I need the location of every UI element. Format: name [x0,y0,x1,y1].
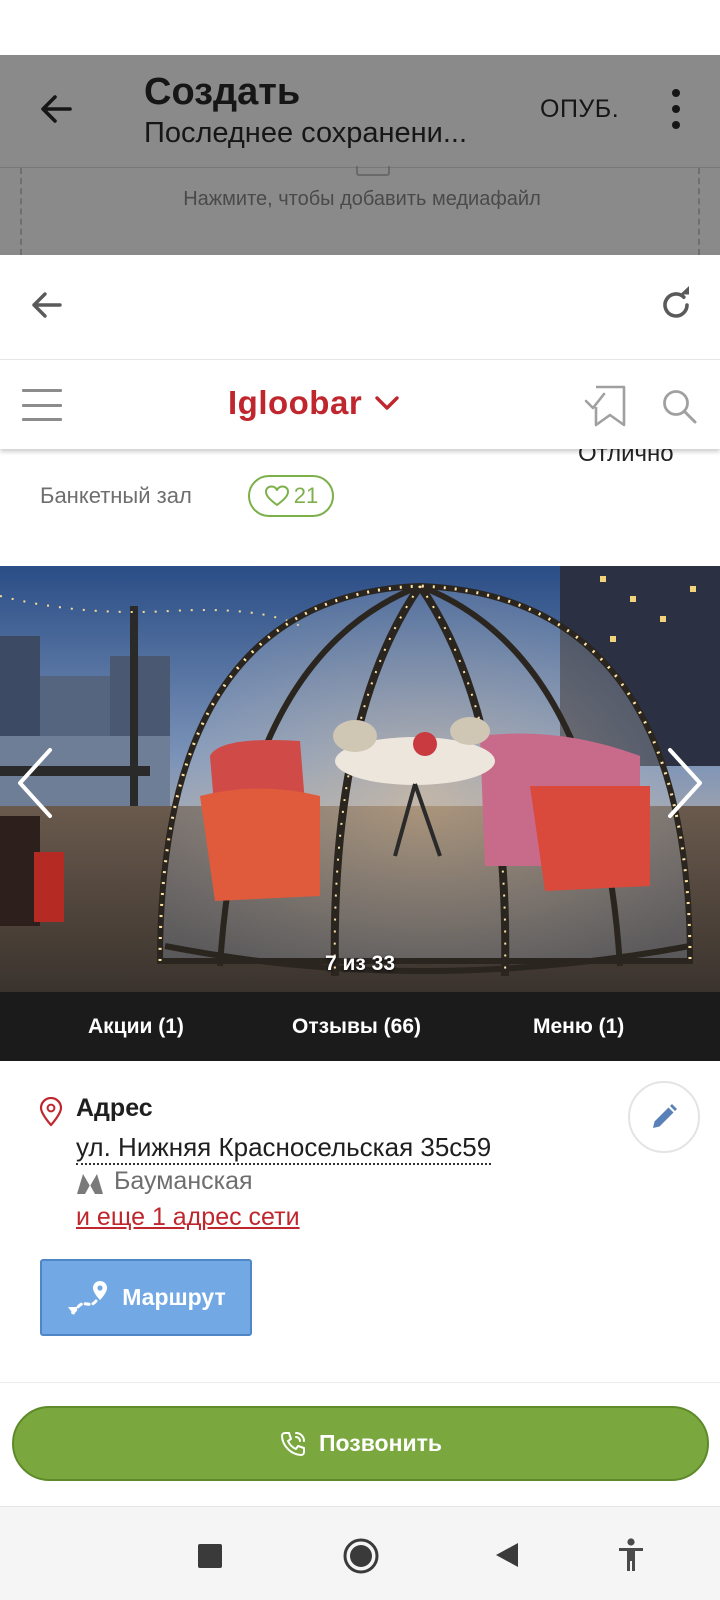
pencil-icon [653,1104,677,1128]
arrow-left-icon[interactable] [36,89,76,129]
add-media-area[interactable]: Нажмите, чтобы добавить медиафайл [20,166,700,255]
more-vert-icon[interactable] [660,89,692,129]
editor-toolbar: Создать Последнее сохранени... ОПУБ. [0,55,720,167]
home-icon[interactable] [342,1537,380,1575]
venue-type: Банкетный зал [40,483,192,508]
tab-menu[interactable]: Меню (1) [533,992,624,1061]
chevron-left-icon[interactable] [14,746,58,820]
call-label: Позвонить [318,1430,443,1456]
call-button[interactable]: Позвонить [12,1406,709,1481]
browser-bar [0,255,720,360]
site-header: Igloobar [0,361,720,449]
media-icon [356,166,390,176]
route-icon [68,1280,108,1315]
venue-tabs: Акции (1) Отзывы (66) Меню (1) [0,992,720,1061]
reload-icon[interactable] [656,285,696,325]
arrow-left-icon[interactable] [26,285,66,325]
accessibility-icon[interactable] [616,1537,646,1573]
route-label: Маршрут [122,1284,226,1310]
status-bar [0,0,720,55]
address-street-link[interactable]: ул. Нижняя Красносельская 35с59 [76,1131,492,1165]
chevron-right-icon[interactable] [662,746,706,820]
metro-icon [77,1174,103,1194]
editor-subtitle: Последнее сохранени... [144,117,468,149]
more-addresses-link[interactable]: и еще 1 адрес сети [76,1203,300,1232]
route-button[interactable]: Маршрут [40,1259,252,1336]
editor-title: Создать [144,71,301,113]
heart-icon [264,485,289,506]
like-button[interactable]: 21 [248,475,334,517]
screen: Создать Последнее сохранени... ОПУБ. Наж… [0,0,720,1600]
photo-counter: 7 из 33 [324,952,396,975]
metro-station: Бауманская [114,1167,253,1195]
call-bar: Позвонить [0,1382,720,1506]
tab-reviews[interactable]: Отзывы (66) [292,992,421,1061]
address-heading: Адрес [76,1094,153,1122]
venue-photo [0,566,720,992]
recents-icon[interactable] [198,1544,222,1568]
chevron-down-icon [375,396,399,410]
phone-icon [280,1431,305,1456]
bookmark-check-icon[interactable] [584,385,628,427]
site-logo[interactable]: Igloobar [228,383,402,423]
back-triangle-icon[interactable] [494,1541,520,1569]
edit-button[interactable] [628,1081,700,1153]
like-count: 21 [293,483,319,508]
hamburger-icon[interactable] [22,389,62,421]
search-icon[interactable] [660,387,698,425]
publish-button[interactable]: ОПУБ. [540,95,619,124]
editor-titles: Создать Последнее сохранени... [144,69,467,151]
system-nav-bar [0,1506,720,1600]
add-media-hint: Нажмите, чтобы добавить медиафайл [183,188,541,210]
site-logo-text: Igloobar [228,384,363,421]
tab-promotions[interactable]: Акции (1) [88,992,184,1061]
editor-background: Создать Последнее сохранени... ОПУБ. Наж… [0,55,720,255]
photo-gallery[interactable]: 7 из 33 [0,566,720,992]
map-pin-icon [39,1097,63,1127]
